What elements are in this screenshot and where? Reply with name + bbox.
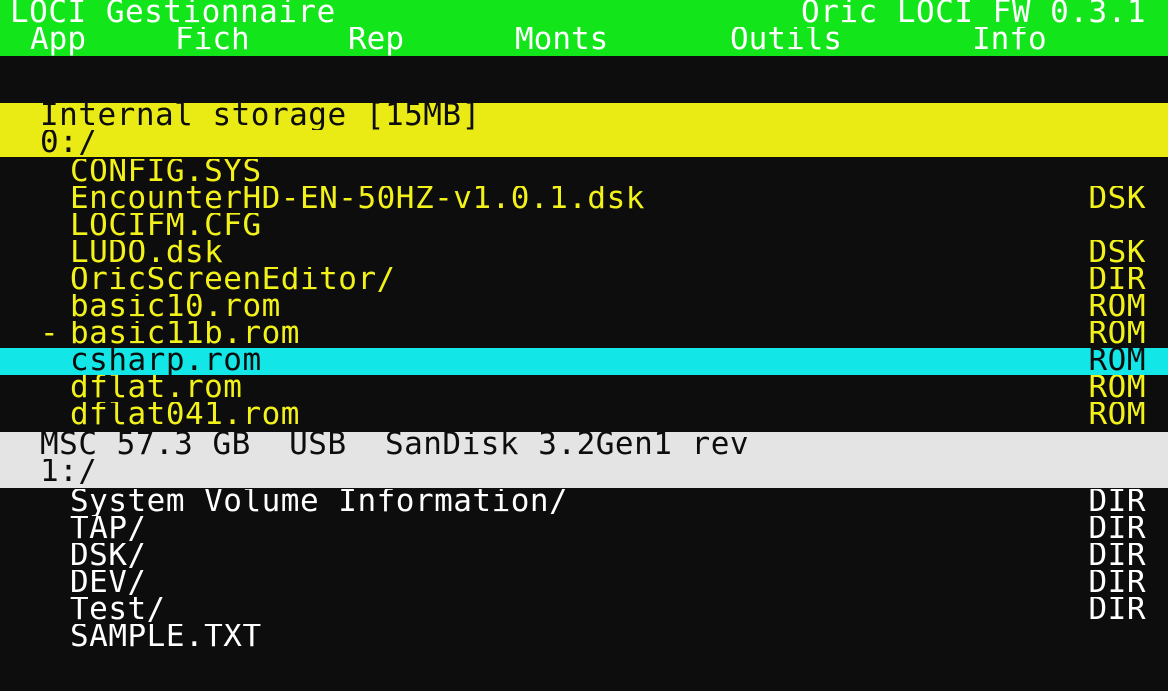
- file-type: DIR: [1088, 543, 1146, 570]
- file-row[interactable]: OricScreenEditor/ DIR: [0, 267, 1168, 294]
- firmware-version: Oric LOCI FW 0.3.1: [801, 0, 1146, 27]
- file-marker: [40, 516, 59, 543]
- file-type: DIR: [1088, 516, 1146, 543]
- menu-info[interactable]: Info: [972, 27, 1047, 55]
- file-marker: [40, 240, 59, 267]
- file-name: CONFIG.SYS: [70, 159, 262, 186]
- menu-fich[interactable]: Fich: [175, 27, 250, 55]
- file-name: OricScreenEditor/: [70, 267, 396, 294]
- file-row[interactable]: LUDO.dsk DSK: [0, 240, 1168, 267]
- file-row[interactable]: basic10.rom ROM: [0, 294, 1168, 321]
- file-type: DIR: [1088, 489, 1146, 516]
- file-name: Test/: [70, 597, 166, 624]
- file-row[interactable]: LOCIFM.CFG: [0, 213, 1168, 240]
- file-marker: [40, 348, 59, 375]
- file-marker: [40, 624, 59, 651]
- internal-path-bar: 0:/: [0, 130, 1168, 157]
- file-type: DIR: [1088, 267, 1146, 294]
- file-row[interactable]: TAP/ DIR: [0, 516, 1168, 543]
- title-bar: LOCI Gestionnaire Oric LOCI FW 0.3.1: [0, 0, 1168, 27]
- file-row[interactable]: DEV/ DIR: [0, 570, 1168, 597]
- file-row[interactable]: CONFIG.SYS: [0, 159, 1168, 186]
- usb-storage-header[interactable]: MSC 57.3 GB USB SanDisk 3.2Gen1 rev: [0, 432, 1168, 459]
- file-marker: [40, 267, 59, 294]
- file-row[interactable]: EncounterHD-EN-50HZ-v1.0.1.dsk DSK: [0, 186, 1168, 213]
- menu-bar: App Fich Rep Monts Outils Info: [0, 27, 1168, 56]
- file-name: LOCIFM.CFG: [70, 213, 262, 240]
- file-name: dflat.rom: [70, 375, 243, 402]
- file-row[interactable]: - basic11b.rom ROM: [0, 321, 1168, 348]
- file-name: DSK/: [70, 543, 147, 570]
- file-type: ROM: [1088, 375, 1146, 402]
- file-marker: [40, 159, 59, 186]
- internal-path: 0:/: [40, 130, 98, 157]
- file-row[interactable]: DSK/ DIR: [0, 543, 1168, 570]
- menu-rep[interactable]: Rep: [348, 27, 404, 55]
- file-marker: [40, 402, 59, 429]
- file-type: ROM: [1088, 348, 1146, 375]
- file-name: DEV/: [70, 570, 147, 597]
- file-marker: [40, 213, 59, 240]
- file-row[interactable]: dflat.rom ROM: [0, 375, 1168, 402]
- file-name: System Volume Information/: [70, 489, 569, 516]
- file-type: DIR: [1088, 597, 1146, 624]
- menu-app[interactable]: App: [30, 27, 86, 55]
- usb-path: 1:/: [40, 459, 98, 488]
- menu-outils[interactable]: Outils: [730, 27, 842, 55]
- file-marker: [40, 597, 59, 624]
- usb-storage-label: MSC 57.3 GB USB SanDisk 3.2Gen1 rev: [40, 432, 750, 459]
- loci-screen: LOCI Gestionnaire Oric LOCI FW 0.3.1 App…: [0, 0, 1168, 691]
- file-row[interactable]: dflat041.rom ROM: [0, 402, 1168, 429]
- file-marker: [40, 375, 59, 402]
- file-type: DSK: [1088, 240, 1146, 267]
- file-type: ROM: [1088, 402, 1146, 429]
- file-marker: -: [40, 321, 60, 348]
- file-name: SAMPLE.TXT: [70, 624, 262, 651]
- file-name: basic10.rom: [70, 294, 281, 321]
- file-type: ROM: [1088, 294, 1146, 321]
- file-type: ROM: [1088, 321, 1146, 348]
- file-marker: [40, 543, 59, 570]
- menu-monts[interactable]: Monts: [515, 27, 608, 55]
- file-marker: [40, 570, 59, 597]
- file-marker: [40, 294, 59, 321]
- file-type: DSK: [1088, 186, 1146, 213]
- file-name: dflat041.rom: [70, 402, 300, 429]
- file-row[interactable]: SAMPLE.TXT: [0, 624, 1168, 651]
- file-marker: [40, 489, 59, 516]
- file-marker: [40, 186, 59, 213]
- internal-storage-label: Internal storage [15MB]: [40, 103, 481, 130]
- app-title: LOCI Gestionnaire: [10, 0, 336, 27]
- usb-path-bar: 1:/: [0, 459, 1168, 488]
- internal-storage-header[interactable]: Internal storage [15MB]: [0, 103, 1168, 130]
- file-name: LUDO.dsk: [70, 240, 224, 267]
- file-name: EncounterHD-EN-50HZ-v1.0.1.dsk: [70, 186, 645, 213]
- file-row[interactable]: System Volume Information/ DIR: [0, 489, 1168, 516]
- file-type: DIR: [1088, 570, 1146, 597]
- file-row[interactable]: Test/ DIR: [0, 597, 1168, 624]
- file-name: basic11b.rom: [70, 321, 300, 348]
- file-name: TAP/: [70, 516, 147, 543]
- file-row-selected[interactable]: csharp.rom ROM: [0, 348, 1168, 375]
- file-name: csharp.rom: [70, 348, 262, 375]
